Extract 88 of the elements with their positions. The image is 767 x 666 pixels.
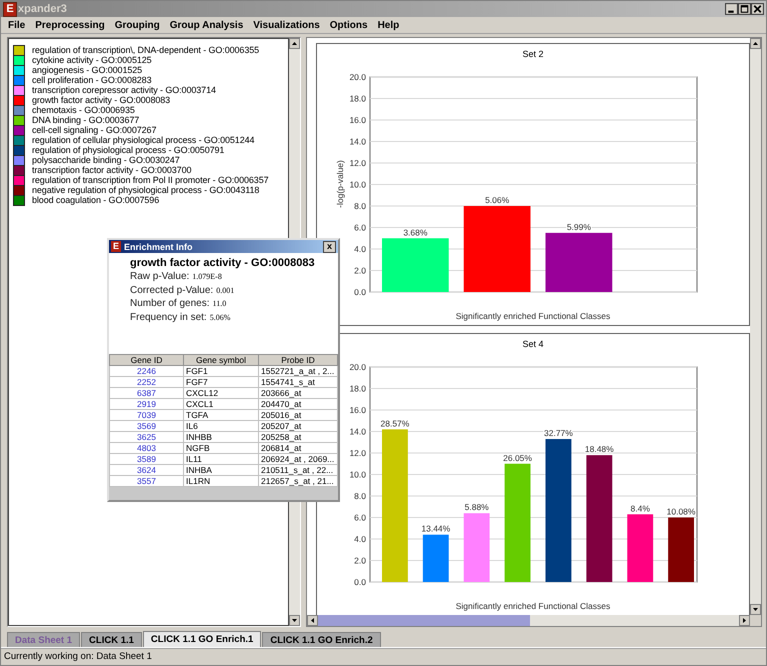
axis-tick-label: 16.0 xyxy=(349,115,366,125)
axis-title: -log(p-value) xyxy=(335,160,345,208)
legend-label: polysaccharide binding - GO:0030247 xyxy=(32,155,180,165)
field-label: Frequency in set: xyxy=(130,312,207,322)
field-value: 5.06% xyxy=(210,312,230,322)
bar-value-label: 5.06% xyxy=(485,195,510,205)
legend-label: chemotaxis - GO:0006935 xyxy=(32,105,135,115)
axis-tick-label: 8.0 xyxy=(354,201,366,211)
dialog-title: Enrichment Info xyxy=(124,242,194,252)
axis-tick-label: 0.0 xyxy=(354,577,366,587)
legend-label: negative regulation of physiological process - GO:0043118 xyxy=(32,185,260,195)
table-cell: 205258_at xyxy=(258,432,338,442)
axis-tick-label: 2.0 xyxy=(354,266,366,276)
bar-value-label: 10.08% xyxy=(666,506,696,516)
axis-tick-label: 20.0 xyxy=(349,362,366,372)
axis-tick-label: 6.0 xyxy=(354,512,366,522)
app-icon: E xyxy=(3,2,17,16)
field-value: 11.0 xyxy=(212,299,226,308)
field-value: 1.079E-8 xyxy=(192,272,222,281)
table-cell: FGF7 xyxy=(184,376,258,388)
table-cell: 203666_at xyxy=(258,388,338,398)
table-cell: 205207_at xyxy=(258,420,338,432)
table-cell: TGFA xyxy=(184,410,258,420)
legend-label: DNA binding - GO:0003677 xyxy=(32,115,140,125)
bar-value-label: 8.4% xyxy=(630,503,650,514)
legend-label: cytokine activity - GO:0005125 xyxy=(32,55,152,65)
legend-label: angiogenesis - GO:0001525 xyxy=(32,65,142,75)
axis-tick-label: 14.0 xyxy=(349,426,366,436)
field-label: Corrected p-Value: xyxy=(130,284,214,296)
axis-tick-label: 0.0 xyxy=(354,287,366,297)
chart-title: Set 4 xyxy=(522,339,544,349)
legend-label: regulation of physiological process - GO:0050791 xyxy=(32,145,224,155)
table-cell: 206924_at , 2069... xyxy=(258,454,338,464)
table-cell: 1554741_s_at xyxy=(258,376,338,388)
axis-tick-label: 2.0 xyxy=(354,556,366,566)
table-cell: IL6 xyxy=(184,420,258,432)
bar-value-label: 13.44% xyxy=(421,524,450,534)
table-cell: FGF1 xyxy=(184,366,258,376)
table-cell: 204470_at xyxy=(258,398,338,410)
bar-value-label: 5.99% xyxy=(566,222,591,232)
axis-title: Significantly enriched Functional Classes xyxy=(456,601,610,611)
axis-tick-label: 10.0 xyxy=(349,470,366,480)
axis-tick-label: 8.0 xyxy=(354,491,366,501)
legend-label: regulation of transcription from Pol II promoter - GO:0006357 xyxy=(32,175,269,185)
axis-tick-label: 12.0 xyxy=(349,448,366,458)
axis-tick-label: 12.0 xyxy=(349,158,366,168)
axis-title: Significantly enriched Functional Classes xyxy=(456,311,610,321)
axis-tick-label: 18.0 xyxy=(349,94,366,104)
bar-value-label: 18.48% xyxy=(584,444,614,454)
field-value: 0.001 xyxy=(216,286,234,294)
axis-tick-label: 4.0 xyxy=(354,534,366,544)
table-cell: 205016_at xyxy=(258,410,338,420)
table-cell: IL11 xyxy=(184,454,258,464)
term-heading: growth factor activity - GO:0008083 xyxy=(130,257,316,269)
table-cell: CXCL12 xyxy=(184,388,258,398)
legend-label: blood coagulation - GO:0007596 xyxy=(32,195,160,205)
axis-tick-label: 6.0 xyxy=(354,222,366,232)
bar-value-label: 26.05% xyxy=(503,452,532,463)
bar-value-label: 32.77% xyxy=(544,428,573,438)
legend-label: transcription corepressor activity - GO:0003714 xyxy=(32,85,216,95)
legend-label: cell proliferation - GO:0008283 xyxy=(32,75,152,85)
axis-tick-label: 20.0 xyxy=(349,72,366,82)
table-cell: 210511_s_at , 22... xyxy=(258,464,338,476)
legend-label: regulation of cellular physiological process - GO:0051244 xyxy=(32,135,254,145)
table-cell: CXCL1 xyxy=(184,398,258,410)
axis-tick-label: 18.0 xyxy=(349,384,366,394)
legend-label: cell-cell signaling - GO:0007267 xyxy=(32,125,156,135)
app-icon: E xyxy=(111,241,121,252)
axis-tick-label: 10.0 xyxy=(349,180,366,190)
axis-tick-label: 16.0 xyxy=(349,405,366,415)
legend-label: transcription factor activity - GO:0003700 xyxy=(32,165,192,175)
field-label: Raw p-Value: xyxy=(130,271,190,282)
field-label: Number of genes: xyxy=(130,298,210,309)
table-cell: 206814_at xyxy=(258,442,338,454)
table-cell: INHBA xyxy=(184,464,258,476)
bar-value-label: 28.57% xyxy=(380,418,410,428)
legend-label: growth factor activity - GO:0008083 xyxy=(32,95,170,105)
bar-value-label: 5.88% xyxy=(464,502,489,512)
axis-tick-label: 14.0 xyxy=(349,136,366,146)
window-title: xpander3 xyxy=(18,3,68,15)
table-cell: INHBB xyxy=(184,432,258,442)
table-cell: NGFB xyxy=(184,442,258,454)
table-cell: 1552721_a_at , 2... xyxy=(258,366,338,376)
bar-value-label: 3.68% xyxy=(403,227,428,238)
axis-tick-label: 4.0 xyxy=(354,244,366,254)
legend-label: regulation of transcription\, DNA-dependent - GO:0006355 xyxy=(32,45,260,55)
chart-title: Set 2 xyxy=(522,49,544,59)
status-bar: Currently working on: Data Sheet 1 xyxy=(1,648,766,664)
